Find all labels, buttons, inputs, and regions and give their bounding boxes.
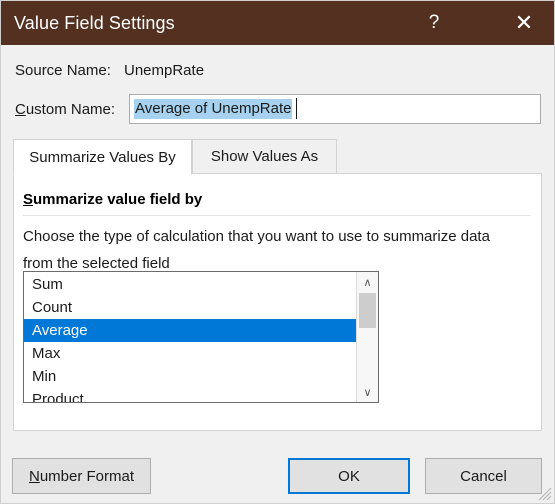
custom-name-input[interactable]: Average of UnempRate: [129, 94, 541, 124]
list-item[interactable]: Count: [24, 296, 356, 319]
tab-show-values-as-label: Show Values As: [210, 148, 319, 165]
ok-button-label: OK: [338, 467, 360, 485]
help-button[interactable]: ?: [411, 1, 457, 45]
summarize-function-listbox[interactable]: Sum Count Average Max Min Product ∧ ∨: [23, 271, 379, 403]
cancel-button[interactable]: Cancel: [425, 458, 542, 494]
list-item[interactable]: Sum: [24, 273, 356, 296]
title-bar: Value Field Settings ? ✕: [1, 1, 554, 45]
panel-heading: Summarize value field by: [23, 191, 202, 208]
text-caret: [296, 98, 297, 119]
scrollbar-thumb[interactable]: [359, 293, 376, 328]
list-item[interactable]: Min: [24, 365, 356, 388]
tab-strip: Summarize Values By Show Values As: [13, 139, 542, 175]
tab-summarize-values-by-label: Summarize Values By: [29, 148, 176, 166]
tab-show-values-as[interactable]: Show Values As: [192, 139, 337, 174]
source-name-label: Source Name:: [15, 62, 111, 79]
ok-button[interactable]: OK: [288, 458, 410, 494]
value-field-settings-dialog: Value Field Settings ? ✕ Source Name: Un…: [0, 0, 555, 504]
custom-name-label: Custom Name:: [15, 101, 115, 118]
cancel-button-label: Cancel: [460, 467, 507, 485]
panel-heading-accelerator: S: [23, 191, 34, 208]
panel-description: Choose the type of calculation that you …: [23, 228, 490, 272]
list-item[interactable]: Average: [24, 319, 356, 342]
source-name-value: UnempRate: [124, 62, 205, 79]
number-format-accelerator: N: [28, 467, 40, 485]
question-mark-icon: ?: [428, 12, 440, 33]
list-item[interactable]: Max: [24, 342, 356, 365]
custom-name-accelerator: C: [15, 101, 26, 118]
close-button[interactable]: ✕: [501, 1, 547, 45]
panel-heading-rest: ummarize value field by: [33, 191, 203, 208]
scroll-up-icon[interactable]: ∧: [357, 272, 378, 292]
heading-divider: [23, 215, 531, 216]
list-item[interactable]: Product: [24, 388, 356, 402]
number-format-label-rest: umber Format: [39, 467, 135, 485]
window-title: Value Field Settings: [14, 13, 175, 33]
custom-name-input-value: Average of UnempRate: [134, 99, 293, 119]
tab-summarize-values-by[interactable]: Summarize Values By: [13, 139, 192, 175]
number-format-button[interactable]: Number Format: [12, 458, 151, 494]
listbox-scrollbar[interactable]: ∧ ∨: [356, 272, 378, 402]
listbox-items: Sum Count Average Max Min Product: [24, 273, 356, 402]
close-icon: ✕: [514, 10, 534, 35]
scroll-down-icon[interactable]: ∨: [357, 382, 378, 402]
resize-grip-icon[interactable]: [538, 487, 552, 501]
custom-name-label-rest: ustom Name:: [25, 101, 116, 118]
